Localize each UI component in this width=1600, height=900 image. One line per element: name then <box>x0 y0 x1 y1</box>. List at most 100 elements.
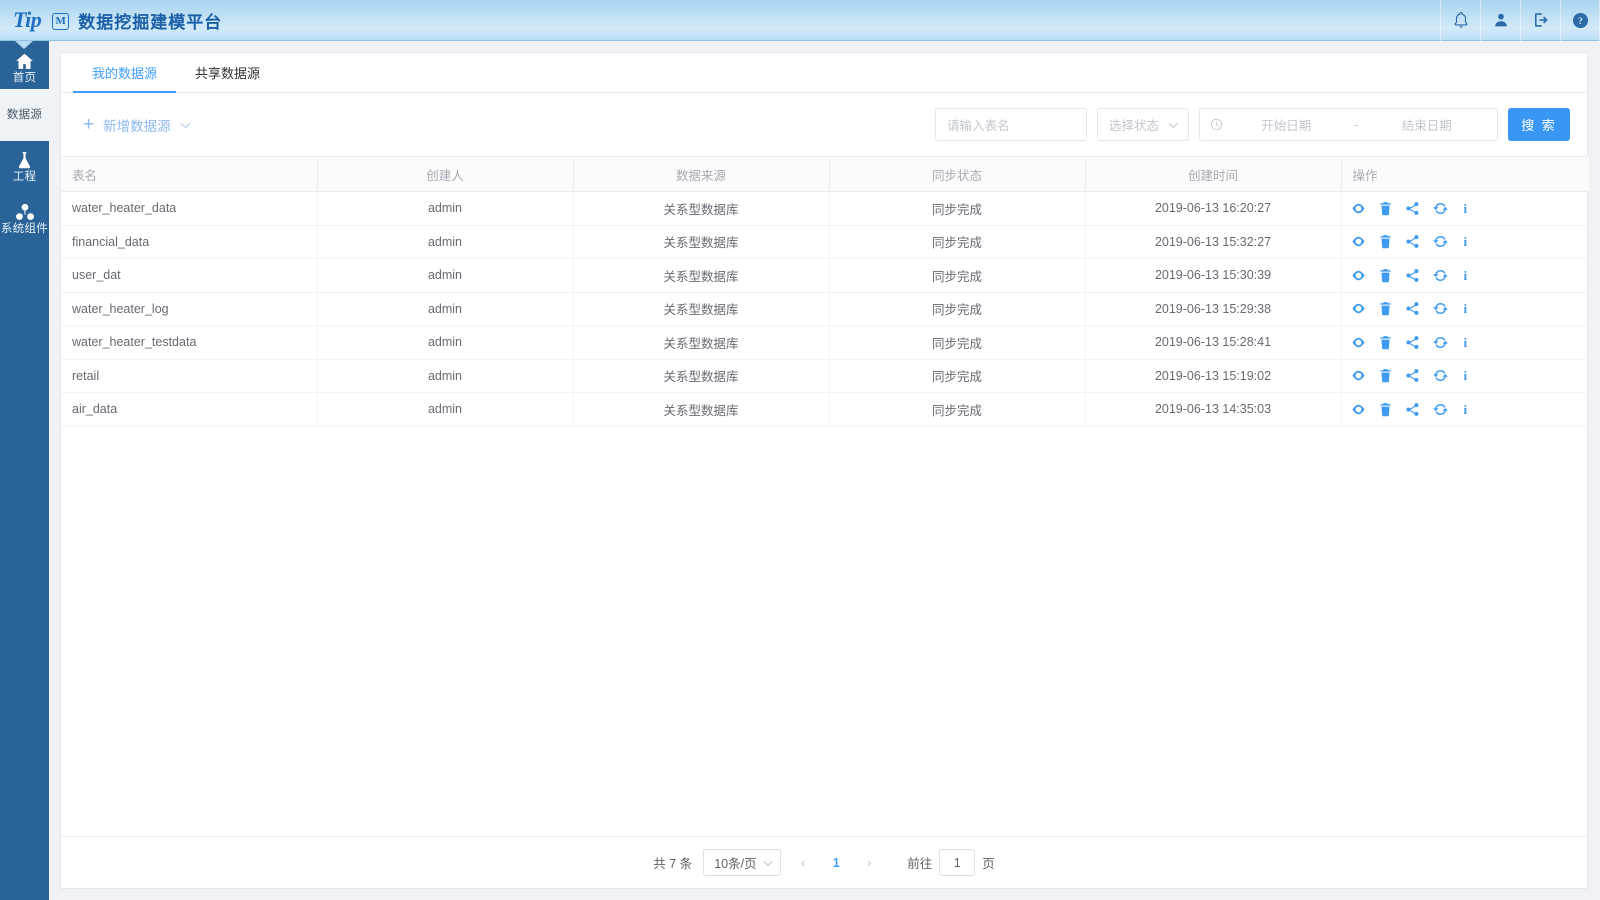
share-icon[interactable] <box>1405 335 1420 350</box>
header-actions: ? <box>1440 0 1600 41</box>
bell-icon[interactable] <box>1440 0 1480 41</box>
pagination-jump-suffix: 页 <box>982 857 995 871</box>
share-icon[interactable] <box>1405 201 1420 216</box>
sync-icon[interactable] <box>1432 402 1448 417</box>
table-row[interactable]: financial_data admin 关系型数据库 同步完成 2019-06-13 … <box>61 225 1589 259</box>
info-icon[interactable]: i <box>1461 336 1471 349</box>
page-size-select[interactable]: 10条/页 <box>703 849 782 876</box>
date-range-picker[interactable]: 开始日期 - 结束日期 <box>1199 108 1498 141</box>
view-icon[interactable] <box>1351 368 1366 383</box>
delete-icon[interactable] <box>1379 335 1392 350</box>
delete-icon[interactable] <box>1379 201 1392 216</box>
row-action-group: i <box>1351 201 1590 216</box>
cell-name: water_heater_log <box>61 292 318 326</box>
pagination-next-button[interactable]: › <box>858 851 880 875</box>
share-icon[interactable] <box>1405 301 1420 316</box>
sync-icon[interactable] <box>1432 368 1448 383</box>
column-header-creator: 创建人 <box>317 156 574 192</box>
cell-creator: admin <box>317 258 574 293</box>
cell-created_at: 2019-06-13 15:29:38 <box>1085 292 1342 326</box>
cell-creator: admin <box>317 191 574 226</box>
sync-icon[interactable] <box>1432 234 1448 249</box>
sync-icon[interactable] <box>1432 301 1448 316</box>
cell-source: 关系型数据库 <box>573 325 830 360</box>
pagination-jump: 前往 页 <box>907 849 995 876</box>
table-row[interactable]: water_heater_testdata admin 关系型数据库 同步完成 2019… <box>61 325 1589 360</box>
table-row[interactable]: retail admin 关系型数据库 同步完成 2019-06-13 15:19:02… <box>61 359 1589 393</box>
sync-icon[interactable] <box>1432 335 1448 350</box>
add-datasource-button[interactable]: + 新增数据源 <box>83 115 191 135</box>
table-body: water_heater_data admin 关系型数据库 同步完成 2019-06-… <box>61 191 1590 427</box>
table-row[interactable]: user_dat admin 关系型数据库 同步完成 2019-06-13 15:30:… <box>61 258 1589 293</box>
row-action-group: i <box>1351 368 1590 383</box>
cell-source: 关系型数据库 <box>573 225 830 259</box>
share-icon[interactable] <box>1405 368 1420 383</box>
delete-icon[interactable] <box>1379 402 1392 417</box>
user-icon[interactable] <box>1480 0 1520 41</box>
info-icon[interactable]: i <box>1461 302 1471 315</box>
view-icon[interactable] <box>1351 335 1366 350</box>
tab-my-datasource-label: 我的数据源 <box>92 66 158 81</box>
column-header-source: 数据来源 <box>573 156 830 192</box>
sync-icon[interactable] <box>1432 268 1448 283</box>
tab-shared-datasource[interactable]: 共享数据源 <box>176 54 279 93</box>
view-icon[interactable] <box>1351 301 1366 316</box>
status-select-placeholder: 选择状态 <box>1109 119 1160 133</box>
sidebar-item-system-components[interactable]: 系统组件 <box>0 193 49 245</box>
view-icon[interactable] <box>1351 402 1366 417</box>
help-icon[interactable]: ? <box>1560 0 1600 41</box>
delete-icon[interactable] <box>1379 368 1392 383</box>
sidebar-item-label-datasource: 数据源 <box>6 109 43 121</box>
table-toolbar: + 新增数据源 请输入表名 选择状态 开始日期 - 结束日期 搜 索 <box>61 93 1587 156</box>
cell-sync_status: 同步完成 <box>829 225 1086 259</box>
status-select[interactable]: 选择状态 <box>1097 108 1189 141</box>
info-icon[interactable]: i <box>1461 403 1471 416</box>
cubes-icon <box>15 203 35 222</box>
table-row[interactable]: air_data admin 关系型数据库 同步完成 2019-06-13 14:35:… <box>61 392 1589 427</box>
share-icon[interactable] <box>1405 268 1420 283</box>
datasource-table: 表名 创建人 数据来源 同步状态 创建时间 操作 water_heater_da… <box>61 156 1589 427</box>
cell-sync_status: 同步完成 <box>829 392 1086 427</box>
pagination-total: 共 7 条 <box>653 857 693 871</box>
cell-source: 关系型数据库 <box>573 258 830 293</box>
cell-name: water_heater_data <box>61 191 318 226</box>
info-icon[interactable]: i <box>1461 235 1471 248</box>
pagination-prev-button[interactable]: ‹ <box>792 851 814 875</box>
sidebar-item-project[interactable]: 工程 <box>0 141 49 193</box>
cell-source: 关系型数据库 <box>573 392 830 427</box>
home-icon <box>15 52 34 71</box>
brand-logo: Tip M 数据挖掘建模平台 <box>0 7 222 33</box>
view-icon[interactable] <box>1351 268 1366 283</box>
cell-actions: i <box>1341 292 1589 326</box>
table-header: 表名 创建人 数据来源 同步状态 创建时间 操作 <box>61 156 1589 192</box>
share-icon[interactable] <box>1405 234 1420 249</box>
sidebar-item-home[interactable]: 首页 <box>0 41 49 89</box>
search-button[interactable]: 搜 索 <box>1508 108 1570 141</box>
tab-my-datasource[interactable]: 我的数据源 <box>73 54 177 93</box>
cell-actions: i <box>1341 225 1589 259</box>
view-icon[interactable] <box>1351 201 1366 216</box>
cell-name: financial_data <box>61 225 318 259</box>
clock-icon <box>1210 118 1226 131</box>
pagination-jump-input[interactable] <box>939 849 976 876</box>
pagination-page-1[interactable]: 1 <box>825 851 847 875</box>
info-icon[interactable]: i <box>1461 269 1471 282</box>
logout-icon[interactable] <box>1520 0 1560 41</box>
info-icon[interactable]: i <box>1461 202 1471 215</box>
table-name-input[interactable]: 请输入表名 <box>935 108 1087 141</box>
share-icon[interactable] <box>1405 402 1420 417</box>
cell-creator: admin <box>317 392 574 427</box>
delete-icon[interactable] <box>1379 234 1392 249</box>
sync-icon[interactable] <box>1432 201 1448 216</box>
cell-name: retail <box>61 359 318 393</box>
info-icon[interactable]: i <box>1461 369 1471 382</box>
sidebar-item-datasource[interactable]: 数据源 <box>0 89 49 141</box>
plus-icon: + <box>83 114 95 135</box>
cell-actions: i <box>1341 258 1589 293</box>
table-row[interactable]: water_heater_log admin 关系型数据库 同步完成 2019-06-1… <box>61 292 1589 326</box>
table-row[interactable]: water_heater_data admin 关系型数据库 同步完成 2019-06-… <box>61 191 1590 226</box>
delete-icon[interactable] <box>1379 268 1392 283</box>
svg-text:?: ? <box>1578 16 1583 27</box>
delete-icon[interactable] <box>1379 301 1392 316</box>
view-icon[interactable] <box>1351 234 1366 249</box>
